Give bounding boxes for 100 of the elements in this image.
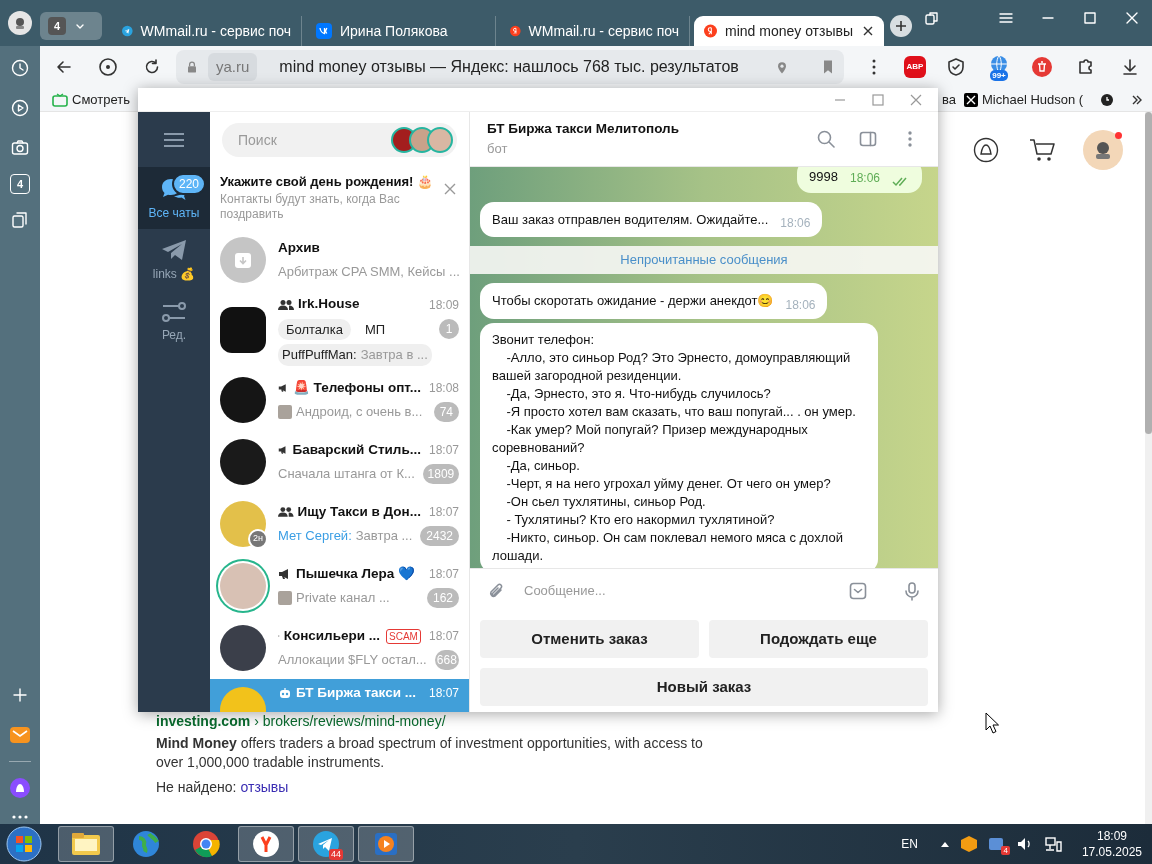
message-paragraph: -Да, Эрнесто, это я. Что-нибудь случилось? — [505, 384, 772, 403]
chat-list-item[interactable]: Баварский Стиль... 18:07 Сначала штанга от К... 1809 — [210, 431, 469, 493]
bot-icon — [278, 687, 292, 699]
vk-icon — [316, 23, 332, 39]
side-panel-icon — [858, 129, 878, 149]
tab-count-button[interactable]: 4 — [40, 12, 102, 40]
topic-tag[interactable]: МП — [356, 318, 394, 341]
result-site-link[interactable]: investing.com — [156, 711, 251, 732]
message-preview: Private канал ... — [296, 589, 390, 608]
address-field[interactable]: ya.ru mind money отзывы — Яндекс: нашлось 768 тыс. результатов — [176, 50, 844, 84]
clock-time: 18:09 — [1096, 828, 1127, 844]
message-preview: Аллокации $FLY остал... — [278, 651, 427, 670]
chat-list-item[interactable]: 2н Ищу Такси в Дон... 18:07 Мет Сергей: Завтра ... 2432 — [210, 493, 469, 555]
message-time: 18:06 — [780, 215, 811, 232]
maximize-icon — [872, 93, 884, 106]
clock-date: 17.05.2025 — [1081, 844, 1142, 860]
more-icon — [872, 59, 876, 75]
folder-tab[interactable]: Ред. — [138, 291, 210, 353]
taskbar-app-button[interactable]: 44 — [298, 826, 354, 862]
message-paragraph: -Как умер? Мой попугай? Призер международных соревнований? — [492, 420, 809, 457]
browser-tab[interactable]: mind money отзывы — [694, 16, 884, 46]
chat-time: 18:07 — [428, 685, 459, 702]
archive-icon — [233, 250, 253, 270]
chat-list-item[interactable]: Консильери ... SCAM 18:07 Аллокации $FLY остал... 668 — [210, 617, 469, 679]
camera-icon — [10, 138, 30, 158]
chat-time: 18:07 — [428, 566, 459, 583]
download-icon — [1120, 57, 1140, 77]
folder-tab[interactable]: links 💰 — [138, 229, 210, 291]
avatar-image — [220, 307, 266, 353]
network-icon — [1043, 835, 1062, 853]
keyboard-button[interactable]: Новый заказ — [480, 668, 928, 706]
bookmark[interactable]: Michael Hudson ( — [964, 89, 1084, 110]
add-icon — [10, 685, 30, 705]
chat-time: 18:09 — [428, 296, 459, 314]
bookmark[interactable]: Смотреть — [52, 89, 130, 110]
paper-plane-icon — [311, 829, 341, 859]
user-avatar[interactable] — [1083, 130, 1123, 170]
bot-keyboard-icon — [848, 580, 868, 601]
mail-icon — [9, 724, 31, 746]
chat-name: 🚨 Телефоны опт... — [292, 378, 421, 397]
unread-badge: 668 — [434, 650, 459, 671]
menu-icon — [163, 131, 185, 148]
chat-name: Архив — [278, 239, 320, 258]
unread-badge: 44 — [329, 849, 343, 860]
group-icon — [278, 506, 294, 518]
message-preview: Завтра ... — [355, 527, 413, 546]
message-text: Чтобы скоротать ожидание - держи анекдот😊 — [492, 292, 774, 310]
chat-list-item[interactable]: Irk.House 18:09 Болталка МП 1 PuffPuffMan: Завтра в ... — [210, 291, 469, 369]
avatar-image — [220, 439, 266, 485]
sliders-icon — [161, 300, 187, 323]
menu-icon — [998, 10, 1014, 26]
scrollbar[interactable] — [1145, 112, 1152, 824]
start-button[interactable] — [4, 825, 44, 863]
result-url-path: › brokers/reviews/mind-money/ — [254, 712, 446, 731]
tabs-button[interactable]: 4 — [10, 174, 30, 194]
taskbar-app-button[interactable] — [238, 826, 294, 862]
play-icon — [10, 98, 30, 118]
address-text: mind money отзывы — Яндекс: нашлось 768 тыс. результатов — [279, 57, 740, 77]
taskbar-app-button[interactable] — [58, 826, 114, 862]
extension-button[interactable]: 99+ — [986, 55, 1012, 79]
avatar-image — [220, 377, 266, 423]
chat-list-item[interactable]: 🚨 Телефоны опт... 18:08 Андроид, с очень в... 74 — [210, 369, 469, 431]
bookmark[interactable]: ва — [942, 89, 956, 110]
adblock-button[interactable]: ABP — [904, 56, 926, 78]
message-text: Ваш заказ отправлен водителям. Ожидайте... — [492, 210, 769, 229]
message-paragraph: -Никто, синьор. Он сам поклевал немого мяса с дохлой лошади. — [492, 528, 844, 565]
unread-badge: 1809 — [422, 464, 459, 485]
banner-text: Контакты будут знать, когда Вас поздравить — [220, 191, 401, 222]
scam-label: SCAM — [386, 628, 421, 644]
unread-badge: 162 — [426, 588, 459, 609]
x-logo-icon — [964, 92, 978, 107]
chat-list-item[interactable]: Пышечка Лера 💙 18:07 Private канал ... 162 — [210, 555, 469, 617]
chat-time: 18:08 — [428, 380, 459, 397]
chat-list-item[interactable]: Архив Арбитраж CPA SMM, Кейсы ... — [210, 229, 469, 291]
extension-badge: 99+ — [990, 70, 1008, 81]
close-banner-icon — [444, 183, 457, 195]
tray-expand-icon — [939, 840, 950, 848]
keyboard-button[interactable]: Отменить заказ — [480, 620, 699, 658]
box-icon — [959, 835, 978, 853]
alice-button[interactable] — [971, 135, 1001, 165]
plus-icon — [895, 20, 907, 32]
folder-tab[interactable]: Все чаты 220 — [138, 167, 210, 229]
cart-icon — [1028, 137, 1056, 163]
profile-avatar[interactable] — [8, 11, 32, 35]
keyboard-button[interactable]: Подождать еще — [709, 620, 928, 658]
missing-label: Не найдено: — [156, 778, 237, 797]
more-dots-icon — [11, 814, 29, 820]
new-tab-button[interactable] — [890, 15, 912, 37]
alice-icon — [9, 777, 31, 799]
tab-manager-icon — [924, 10, 940, 26]
language-indicator[interactable]: EN — [901, 835, 918, 853]
close-window-icon — [910, 93, 922, 106]
banner-title: Укажите свой день рождения! 🎂 — [220, 173, 434, 191]
mouse-cursor-icon — [985, 712, 999, 734]
message-input[interactable]: Сообщение... — [520, 574, 834, 607]
browser-icon — [251, 829, 281, 859]
topic-tag[interactable]: Болталка — [278, 318, 351, 341]
chat-name: Консильери ... — [283, 626, 381, 645]
missing-word-link[interactable]: отзывы — [240, 777, 289, 798]
collections-icon — [10, 210, 30, 230]
